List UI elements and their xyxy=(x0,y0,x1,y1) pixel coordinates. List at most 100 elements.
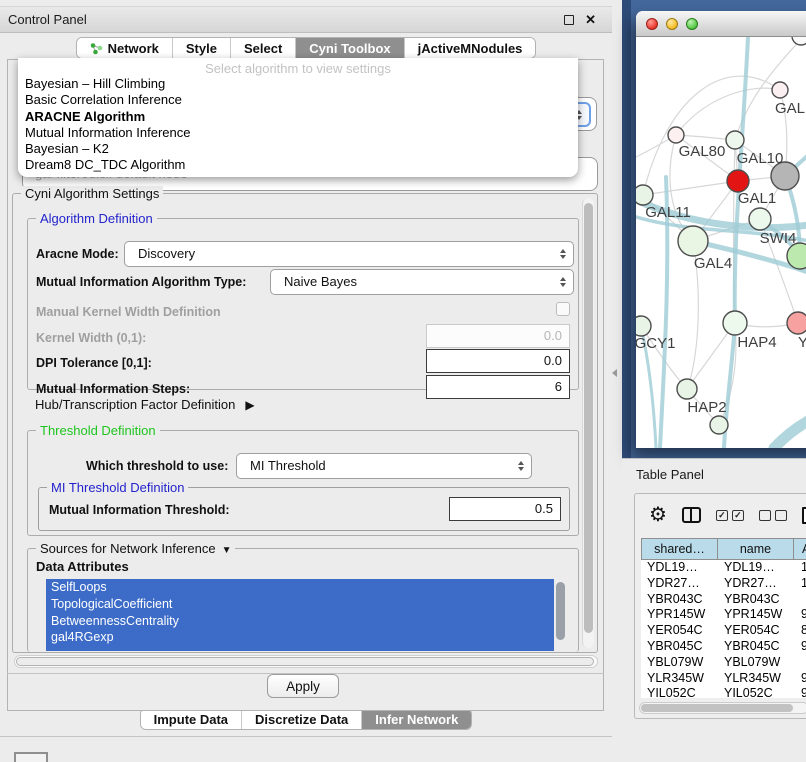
close-icon[interactable]: ✕ xyxy=(585,15,596,25)
algorithm-option[interactable]: Dream8 DC_TDC Algorithm xyxy=(18,157,578,173)
settings-vertical-scrollbar[interactable] xyxy=(582,198,594,648)
algorithm-option[interactable]: ARACNE Algorithm xyxy=(18,109,578,125)
table-column-header[interactable]: name xyxy=(717,538,794,560)
table-cell[interactable]: YBL079W xyxy=(641,655,718,671)
table-cell[interactable]: YIL052C xyxy=(641,686,718,698)
table-row[interactable]: YPR145WYPR145W9. xyxy=(641,607,806,623)
table-row[interactable]: YDL19…YDL19…13 xyxy=(641,560,806,576)
network-edge[interactable] xyxy=(643,181,738,195)
attribute-list-item[interactable]: gal4RGexp xyxy=(46,629,554,646)
sources-legend[interactable]: Sources for Network Inference▼ xyxy=(36,541,235,556)
split-columns-icon[interactable] xyxy=(682,507,701,523)
attribute-list-item[interactable]: TopologicalCoefficient xyxy=(46,596,554,613)
table-cell[interactable]: YLR345W xyxy=(718,671,795,687)
network-window-titlebar[interactable] xyxy=(636,11,806,37)
network-node-HAP4[interactable] xyxy=(723,311,747,335)
table-row[interactable]: YBR043CYBR043C xyxy=(641,592,806,608)
table-cell[interactable]: YBR043C xyxy=(641,592,718,608)
hub-transcription-factor-expander[interactable]: Hub/Transcription Factor Definition ▶ xyxy=(35,397,255,412)
network-edge[interactable] xyxy=(774,407,806,448)
network-node-HAP2[interactable] xyxy=(677,379,697,399)
attributes-list-scrollbar[interactable] xyxy=(556,582,565,648)
tab-jactivemnodules[interactable]: jActiveMNodules xyxy=(404,38,536,58)
which-threshold-combo[interactable]: MI Threshold xyxy=(236,453,532,479)
file-icon[interactable] xyxy=(802,507,806,524)
gear-icon[interactable]: ⚙ xyxy=(649,505,667,525)
table-cell[interactable]: 9 xyxy=(795,686,806,698)
table-row[interactable]: YIL052CYIL052C9 xyxy=(641,686,806,698)
network-canvas[interactable]: GAL80GALGAL10GAL1GAL11SWI4GAL4GCY1HAP4YH… xyxy=(636,37,806,448)
table-cell[interactable]: YDL19… xyxy=(641,560,718,576)
network-node-GAL4[interactable] xyxy=(678,226,708,256)
apply-button[interactable]: Apply xyxy=(267,674,339,698)
table-cell[interactable]: 9. xyxy=(795,607,806,623)
manual-kernel-width-checkbox[interactable] xyxy=(556,302,570,316)
attribute-list-item[interactable]: BetweennessCentrality xyxy=(46,613,554,630)
minimize-light-icon[interactable] xyxy=(666,18,678,30)
table-cell[interactable]: 12 xyxy=(795,576,806,592)
table-horizontal-scrollbar[interactable] xyxy=(639,702,806,714)
network-node-GAL-partial[interactable] xyxy=(772,82,788,98)
table-row[interactable]: YER054CYER054C8. xyxy=(641,623,806,639)
network-edge[interactable] xyxy=(676,88,780,135)
network-node-GAL10[interactable] xyxy=(726,131,744,149)
table-cell[interactable]: YBR043C xyxy=(718,592,795,608)
scrollbar-thumb[interactable] xyxy=(556,582,565,640)
tab-impute-data[interactable]: Impute Data xyxy=(141,709,241,729)
zoom-light-icon[interactable] xyxy=(686,18,698,30)
kernel-width-field[interactable]: 0.0 xyxy=(426,324,570,348)
table-column-header[interactable]: shared… xyxy=(641,538,718,560)
table-cell[interactable]: 8. xyxy=(795,623,806,639)
table-cell[interactable]: YDR27… xyxy=(641,576,718,592)
tab-style[interactable]: Style xyxy=(172,38,230,58)
mi-algorithm-type-combo[interactable]: Naive Bayes xyxy=(270,269,574,295)
tab-discretize-data[interactable]: Discretize Data xyxy=(241,709,361,729)
tab-cyni-toolbox[interactable]: Cyni Toolbox xyxy=(295,38,403,58)
table-cell[interactable]: 9. xyxy=(795,671,806,687)
panel-divider-handle[interactable] xyxy=(612,369,617,377)
table-cell[interactable]: YBR045C xyxy=(641,639,718,655)
algorithm-option[interactable]: Basic Correlation Inference xyxy=(18,92,578,108)
settings-horizontal-scrollbar[interactable] xyxy=(14,655,598,668)
algorithm-option[interactable]: Bayesian – Hill Climbing xyxy=(18,76,578,92)
table-cell[interactable]: YER054C xyxy=(718,623,795,639)
scrollbar-thumb[interactable] xyxy=(641,704,793,712)
scrollbar-thumb[interactable] xyxy=(584,203,593,633)
mi-steps-field[interactable]: 6 xyxy=(426,375,570,399)
tab-network[interactable]: Network xyxy=(77,38,172,58)
table-cell[interactable]: YBR045C xyxy=(718,639,795,655)
select-all-icon[interactable]: ✓ ✓ xyxy=(716,510,744,521)
algorithm-option[interactable]: Bayesian – K2 xyxy=(18,141,578,157)
table-cell[interactable]: 13 xyxy=(795,560,806,576)
float-icon[interactable] xyxy=(564,15,574,25)
table-cell[interactable]: YPR145W xyxy=(718,607,795,623)
tab-infer-network[interactable]: Infer Network xyxy=(361,709,471,729)
dpi-tolerance-field[interactable]: 0.0 xyxy=(426,349,570,373)
table-cell[interactable]: YDR27… xyxy=(718,576,795,592)
tab-select[interactable]: Select xyxy=(230,38,295,58)
table-cell[interactable]: YER054C xyxy=(641,623,718,639)
network-node-node-top-arc[interactable] xyxy=(792,37,806,45)
table-cell[interactable]: YPR145W xyxy=(641,607,718,623)
table-cell[interactable]: YBL079W xyxy=(718,655,795,671)
deselect-all-icon[interactable] xyxy=(759,510,787,521)
table-column-header[interactable]: A xyxy=(793,538,806,560)
minimized-panel-icon[interactable] xyxy=(14,752,48,762)
network-node-GCY1[interactable] xyxy=(636,316,651,336)
data-attributes-list[interactable]: SelfLoopsTopologicalCoefficientBetweenne… xyxy=(46,579,554,651)
network-node-SWI4[interactable] xyxy=(749,208,771,230)
table-row[interactable]: YLR345WYLR345W9. xyxy=(641,671,806,687)
table-row[interactable]: YBL079WYBL079W xyxy=(641,655,806,671)
table-row[interactable]: YBR045CYBR045C9. xyxy=(641,639,806,655)
close-light-icon[interactable] xyxy=(646,18,658,30)
table-cell[interactable]: YLR345W xyxy=(641,671,718,687)
network-node-GAL80[interactable] xyxy=(668,127,684,143)
table-row[interactable]: YDR27…YDR27…12 xyxy=(641,576,806,592)
table-cell[interactable]: YDL19… xyxy=(718,560,795,576)
table-cell[interactable] xyxy=(795,655,806,671)
attribute-list-item[interactable]: SelfLoops xyxy=(46,579,554,596)
scrollbar-thumb[interactable] xyxy=(16,657,594,666)
algorithm-option[interactable]: Mutual Information Inference xyxy=(18,125,578,141)
network-node-GAL11[interactable] xyxy=(636,185,653,205)
table-cell[interactable]: YIL052C xyxy=(718,686,795,698)
